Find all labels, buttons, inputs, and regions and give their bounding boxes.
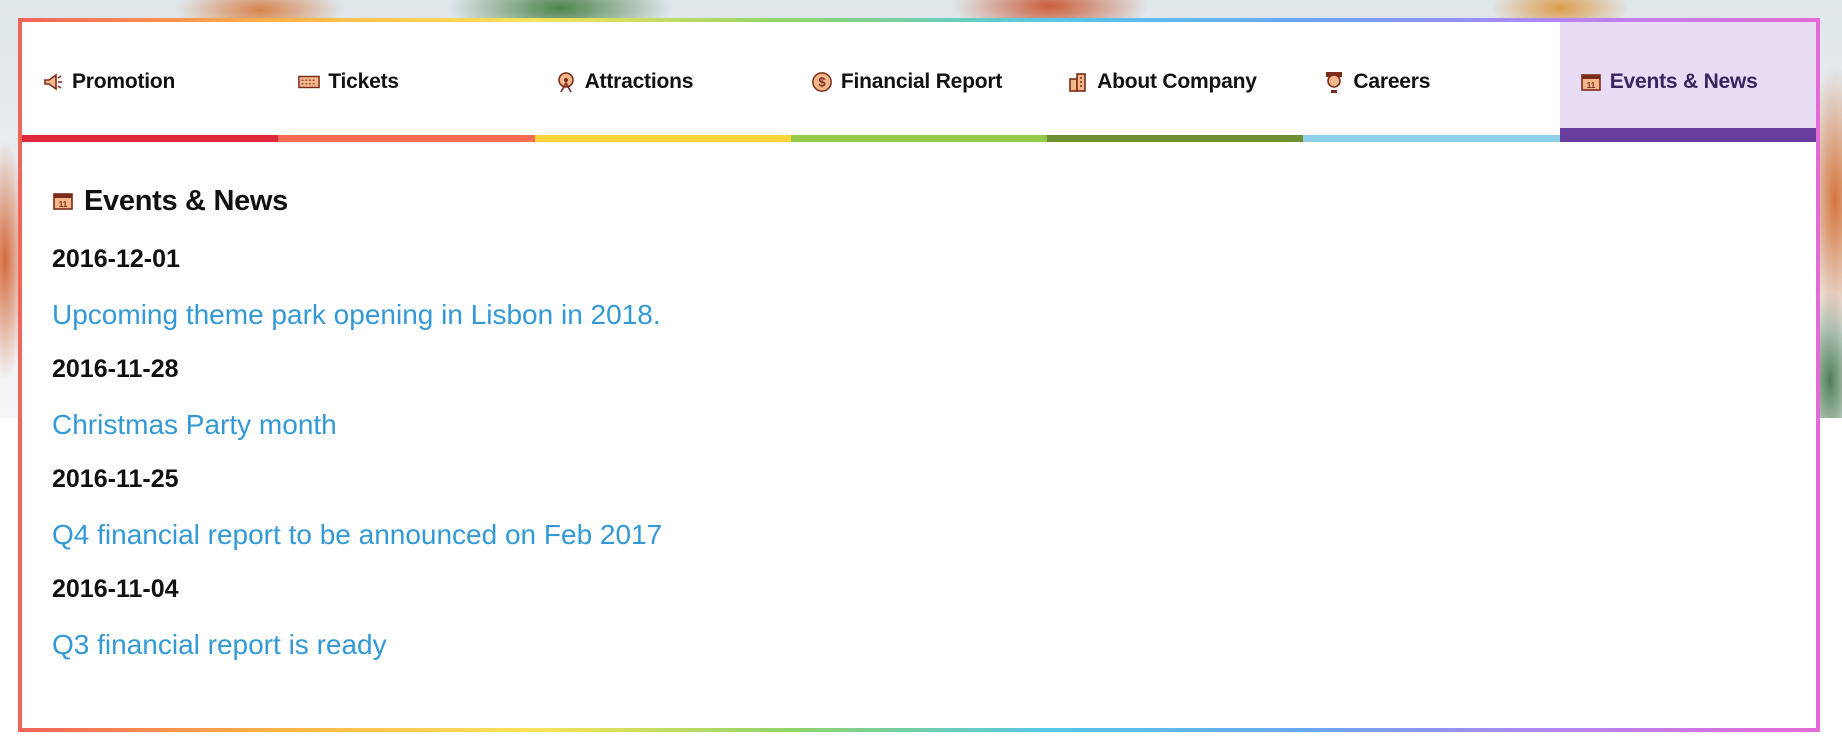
tab-color-bar	[790, 135, 1048, 142]
calendar-icon: 11	[52, 191, 74, 213]
tab-promotion[interactable]: Promotion	[22, 22, 279, 142]
news-date: 2016-11-28	[52, 355, 179, 383]
megaphone-icon	[42, 71, 64, 93]
tab-label: Careers	[1353, 70, 1431, 93]
tab-tickets[interactable]: Tickets	[278, 22, 535, 142]
tab-color-bar	[278, 135, 535, 142]
tab-financial-report[interactable]: $ Financial Report	[790, 22, 1048, 142]
news-date: 2016-11-25	[52, 465, 179, 493]
page-title: Events & News	[84, 185, 289, 217]
ferris-wheel-icon	[555, 71, 577, 93]
list-item: 2016-11-04 Q3 financial report is ready	[52, 574, 1816, 684]
news-link[interactable]: Q4 financial report to be announced on F…	[52, 518, 662, 552]
tab-color-bar	[22, 135, 279, 142]
list-item: 2016-12-01 Upcoming theme park opening i…	[52, 244, 1816, 354]
tab-label: Financial Report	[840, 70, 1003, 93]
tab-label: Attractions	[584, 70, 694, 93]
list-item: 2016-11-25 Q4 financial report to be ann…	[52, 464, 1816, 574]
tab-label: Tickets	[328, 70, 399, 93]
person-icon	[1323, 71, 1345, 93]
svg-text:11: 11	[1586, 81, 1595, 90]
svg-text:$: $	[818, 75, 825, 90]
dollar-coin-icon: $	[811, 71, 833, 93]
tab-color-bar	[1047, 135, 1304, 142]
main-panel: Promotion Tickets Attractions $ Financia…	[18, 18, 1820, 732]
tab-color-bar	[1559, 128, 1816, 142]
news-list: 2016-12-01 Upcoming theme park opening i…	[52, 244, 1816, 684]
tab-events-news[interactable]: 11 Events & News	[1559, 22, 1816, 142]
tab-color-bar	[1303, 135, 1560, 142]
tab-label: Events & News	[1609, 70, 1758, 93]
list-item: 2016-11-28 Christmas Party month	[52, 354, 1816, 464]
news-link[interactable]: Q3 financial report is ready	[52, 628, 387, 662]
category-tabs: Promotion Tickets Attractions $ Financia…	[22, 22, 1816, 147]
svg-text:11: 11	[59, 200, 68, 209]
news-date: 2016-12-01	[52, 245, 180, 273]
news-link[interactable]: Upcoming theme park opening in Lisbon in…	[52, 298, 661, 332]
tab-label: Promotion	[72, 70, 176, 93]
tab-careers[interactable]: Careers	[1303, 22, 1560, 142]
events-news-section: 11 Events & News 2016-12-01 Upcoming the…	[22, 147, 1816, 684]
ticket-icon	[298, 71, 321, 93]
calendar-icon: 11	[1580, 71, 1602, 93]
building-icon	[1067, 71, 1089, 93]
tab-color-bar	[534, 135, 791, 142]
news-date: 2016-11-04	[52, 575, 179, 603]
section-header: 11 Events & News	[52, 185, 1816, 218]
tab-label: About Company	[1097, 70, 1257, 93]
tab-attractions[interactable]: Attractions	[534, 22, 791, 142]
news-link[interactable]: Christmas Party month	[52, 408, 337, 442]
tab-about-company[interactable]: About Company	[1047, 22, 1304, 142]
